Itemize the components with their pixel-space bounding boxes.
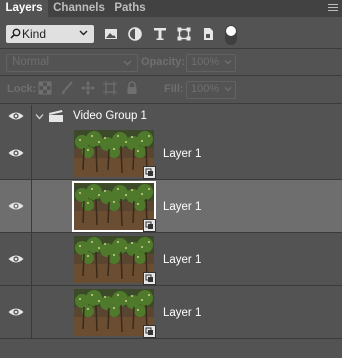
visibility-eye-icon[interactable]: [8, 111, 24, 121]
layer-thumbnail-image: [74, 236, 154, 283]
video-clapper-icon: [49, 110, 63, 122]
visibility-eye-icon[interactable]: [8, 201, 24, 211]
layer-thumbnail[interactable]: [74, 130, 154, 177]
move-icon[interactable]: [81, 81, 95, 95]
tab-channels[interactable]: Channels: [52, 0, 106, 17]
layer-row[interactable]: Layer 1: [0, 233, 342, 286]
opacity-value: 100%: [191, 56, 220, 68]
layer-name: Layer 1: [163, 307, 202, 319]
layer-thumbnail-image: [74, 130, 154, 177]
filter-kind-label: Kind: [22, 27, 47, 41]
layer-thumbnail-image: [74, 289, 154, 336]
smart-object-badge-icon: [143, 325, 156, 338]
brush-icon[interactable]: [60, 81, 74, 95]
layer-row[interactable]: Layer 1: [0, 180, 342, 233]
layer-group-row[interactable]: Video Group 1: [0, 105, 342, 128]
layer-thumbnail[interactable]: [74, 236, 154, 283]
layer-name: Layer 1: [163, 201, 202, 213]
chevron-down-icon: [123, 60, 132, 66]
fill-value: 100%: [191, 83, 220, 95]
opacity-field[interactable]: 100%: [186, 54, 236, 72]
filter-kind-select[interactable]: Kind: [6, 25, 94, 43]
visibility-eye-icon[interactable]: [8, 254, 24, 264]
image-filter-icon[interactable]: [104, 27, 118, 41]
layer-thumbnail[interactable]: [72, 181, 156, 232]
visibility-eye-icon[interactable]: [8, 148, 24, 158]
divider: [31, 233, 32, 285]
divider: [31, 105, 32, 127]
layer-row[interactable]: Layer 1: [0, 127, 342, 180]
layer-thumbnail[interactable]: [74, 289, 154, 336]
tab-layers[interactable]: Layers: [0, 0, 48, 17]
artboard-icon[interactable]: [103, 81, 117, 95]
divider: [31, 127, 32, 179]
layer-row[interactable]: Layer 1: [0, 286, 342, 339]
layer-name: Layer 1: [163, 254, 202, 266]
chevron-down-icon: [224, 87, 232, 92]
fill-label: Fill:: [164, 83, 184, 95]
panel-menu-icon[interactable]: [328, 4, 338, 12]
chevron-down-icon[interactable]: [35, 112, 44, 121]
smart-object-filter-icon[interactable]: [201, 27, 215, 41]
layer-thumbnail-image: [74, 183, 154, 230]
divider: [0, 103, 342, 104]
type-filter-icon[interactable]: [153, 27, 167, 41]
adjustment-filter-icon[interactable]: [128, 27, 142, 41]
smart-object-badge-icon: [143, 219, 156, 232]
blend-mode-select[interactable]: Normal: [6, 54, 138, 72]
lock-label: Lock:: [7, 83, 37, 95]
divider: [0, 75, 342, 76]
tab-paths[interactable]: Paths: [112, 0, 148, 17]
divider: [0, 48, 342, 49]
divider: [31, 286, 32, 338]
lock-icon[interactable]: [125, 81, 139, 95]
search-icon: [10, 28, 21, 39]
smart-object-badge-icon: [143, 166, 156, 179]
layer-name: Layer 1: [163, 148, 202, 160]
fill-field[interactable]: 100%: [186, 81, 236, 99]
chevron-down-icon: [79, 30, 88, 36]
blend-mode-label: Normal: [12, 56, 50, 68]
visibility-eye-icon[interactable]: [8, 307, 24, 317]
smart-object-badge-icon: [143, 272, 156, 285]
divider: [31, 180, 32, 232]
opacity-label: Opacity:: [141, 56, 186, 68]
panel-tab-bar: Layers Channels Paths: [0, 0, 342, 17]
lock-transparent-pixels-icon[interactable]: [38, 81, 52, 95]
filter-toggle-icon[interactable]: [224, 24, 238, 46]
group-name: Video Group 1: [73, 110, 147, 122]
shape-filter-icon[interactable]: [177, 27, 191, 41]
chevron-down-icon: [224, 60, 232, 65]
